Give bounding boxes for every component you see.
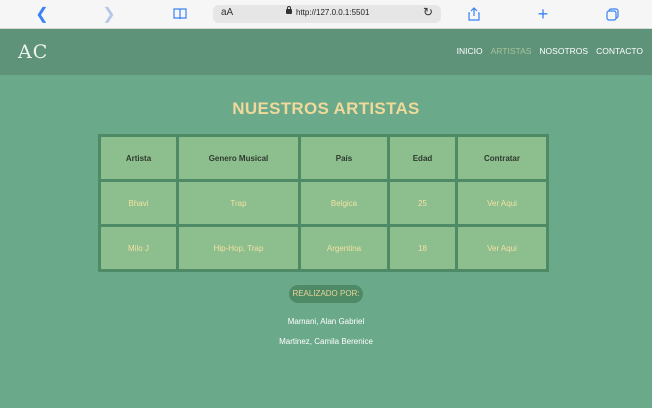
cell-genero: Hip-Hop, Trap: [179, 227, 298, 269]
forward-icon[interactable]: ❯: [97, 4, 121, 24]
book-icon[interactable]: [168, 4, 192, 24]
cell-pais: Belgica: [301, 182, 387, 224]
header-genero: Genero Musical: [179, 137, 298, 179]
credits-badge: REALIZADO POR:: [289, 285, 363, 303]
header-artista: Artista: [101, 137, 176, 179]
new-tab-icon[interactable]: +: [531, 4, 555, 24]
browser-toolbar: ❮ ❯ aA http://127.0.0.1:5501 ↻ +: [0, 0, 652, 29]
header-contratar: Contratar: [458, 137, 546, 179]
cell-pais: Argentina: [301, 227, 387, 269]
cell-edad: 18: [390, 227, 455, 269]
tabs-icon[interactable]: [600, 4, 624, 24]
cell-edad: 25: [390, 182, 455, 224]
page-title: NUESTROS ARTISTAS: [232, 99, 420, 118]
header-pais: País: [301, 137, 387, 179]
nav-artistas[interactable]: ARTISTAS: [491, 46, 532, 56]
lock-icon: [286, 6, 292, 14]
site-header: AC INICIO ARTISTAS NOSOTROS CONTACTO: [0, 29, 652, 75]
cell-genero: Trap: [179, 182, 298, 224]
cell-artista: Bhavi: [101, 182, 176, 224]
table-row: Bhavi Trap Belgica 25 Ver Aqui: [101, 182, 546, 224]
nav-nosotros[interactable]: NOSOTROS: [539, 46, 588, 56]
author-name: Martinez, Camila Berenice: [279, 337, 373, 346]
share-icon[interactable]: [462, 4, 486, 24]
header-edad: Edad: [390, 137, 455, 179]
ver-aqui-link[interactable]: Ver Aqui: [458, 182, 546, 224]
author-name: Mamani, Alan Gabriel: [287, 317, 365, 326]
main-nav: INICIO ARTISTAS NOSOTROS CONTACTO: [457, 46, 643, 56]
back-icon[interactable]: ❮: [30, 4, 54, 24]
reload-icon[interactable]: ↻: [423, 5, 433, 19]
nav-inicio[interactable]: INICIO: [457, 46, 483, 56]
artists-table: Artista Genero Musical País Edad Contrat…: [98, 134, 549, 272]
table-row: Milo J Hip-Hop, Trap Argentina 18 Ver Aq…: [101, 227, 546, 269]
ver-aqui-link[interactable]: Ver Aqui: [458, 227, 546, 269]
table-header-row: Artista Genero Musical País Edad Contrat…: [101, 137, 546, 179]
url-text: http://127.0.0.1:5501: [296, 8, 370, 17]
address-bar[interactable]: aA http://127.0.0.1:5501 ↻: [213, 5, 441, 23]
text-size-button[interactable]: aA: [221, 7, 233, 18]
logo[interactable]: AC: [18, 41, 48, 63]
nav-contacto[interactable]: CONTACTO: [596, 46, 643, 56]
cell-artista: Milo J: [101, 227, 176, 269]
